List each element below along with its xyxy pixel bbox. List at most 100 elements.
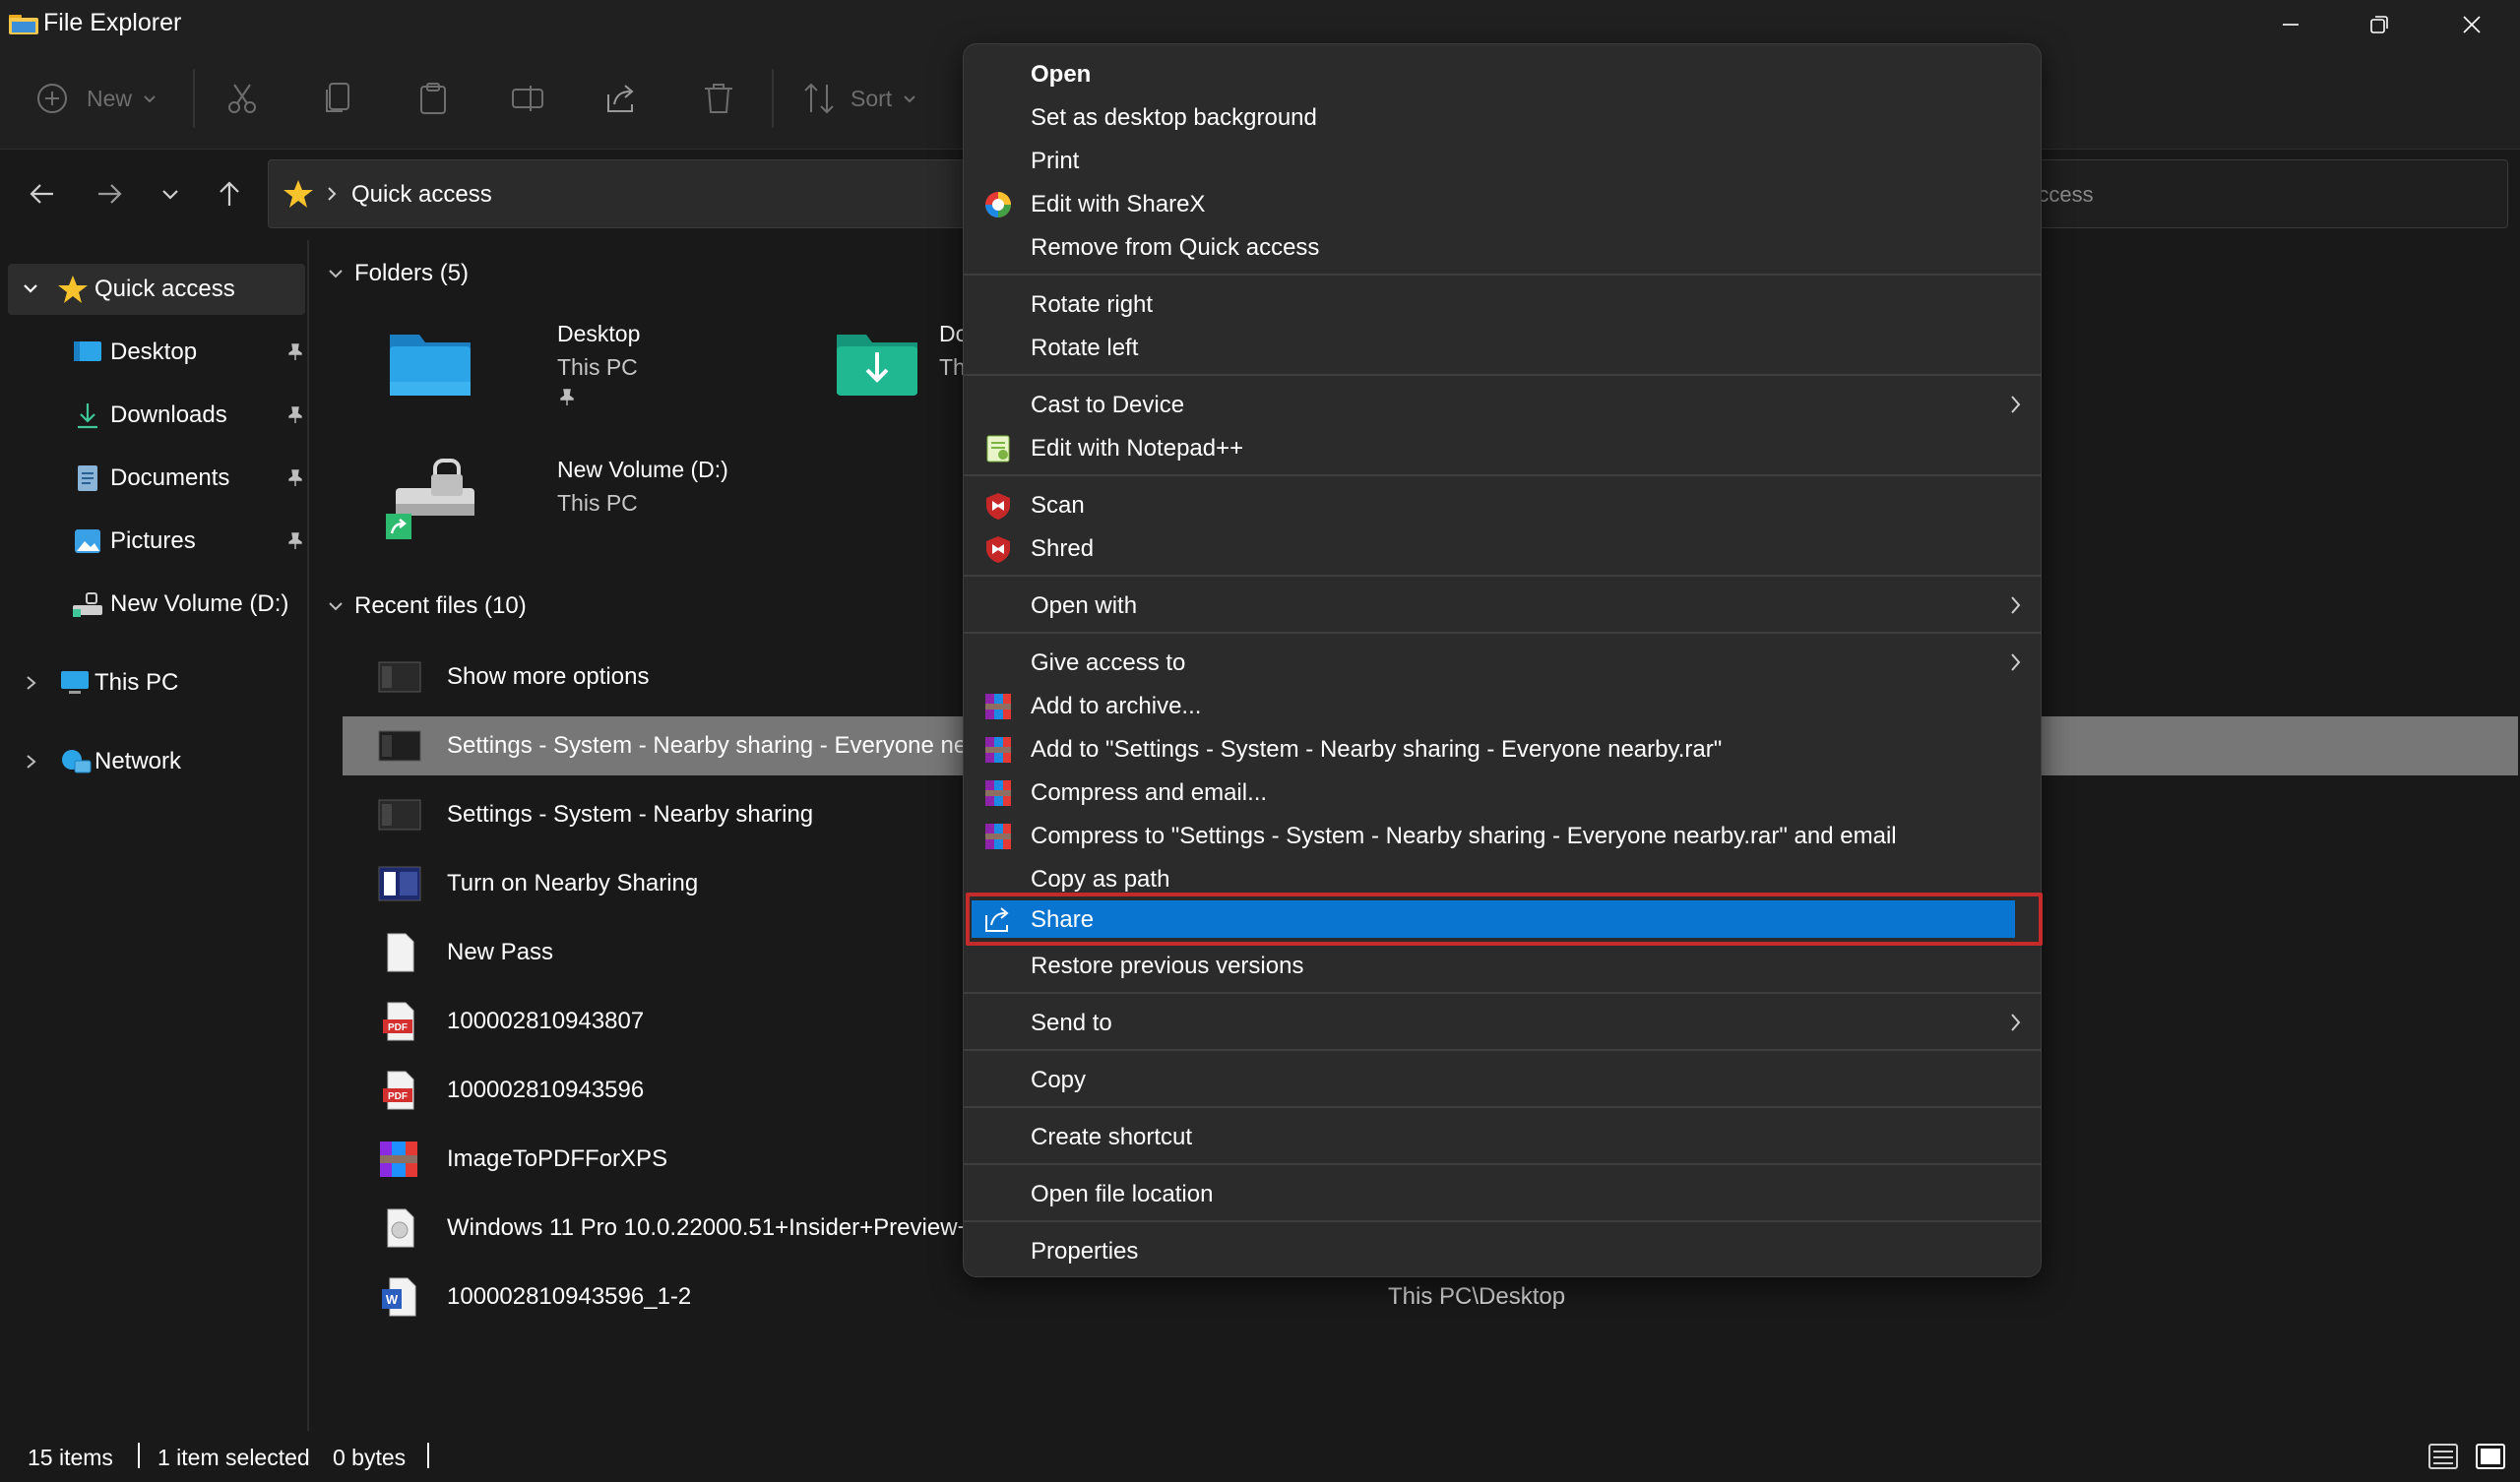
- menu-item-cast-to-device[interactable]: Cast to Device: [964, 383, 2041, 426]
- menu-item-open-with[interactable]: Open with: [964, 584, 2041, 627]
- menu-item-properties[interactable]: Properties: [964, 1229, 2041, 1272]
- folder-name: New Volume (D:): [557, 457, 728, 482]
- delete-button[interactable]: [701, 71, 744, 126]
- menu-item-copy[interactable]: Copy: [964, 1058, 2041, 1101]
- word-document-icon: W: [382, 1277, 416, 1317]
- sidebar-item-quick-access[interactable]: Quick access: [8, 264, 305, 315]
- forward-button[interactable]: [85, 169, 134, 218]
- breadcrumb-location[interactable]: Quick access: [351, 181, 492, 209]
- menu-item-compress-to-rar-and-email[interactable]: Compress to "Settings - System - Nearby …: [964, 814, 2041, 857]
- pin-icon: [560, 389, 574, 405]
- copy-button[interactable]: [321, 71, 364, 126]
- tiles-view-icon[interactable]: [2475, 1441, 2506, 1472]
- share-button[interactable]: [604, 71, 648, 126]
- sidebar-item-network[interactable]: Network: [8, 736, 305, 787]
- sidebar-item-this-pc[interactable]: This PC: [8, 657, 305, 709]
- new-button[interactable]: New: [35, 71, 169, 126]
- file-name: 100002810943596: [447, 1077, 645, 1103]
- up-button[interactable]: [205, 169, 254, 218]
- file-name: Show more options: [447, 663, 650, 690]
- chevron-right-icon: [2011, 596, 2021, 614]
- menu-item-give-access-to[interactable]: Give access to: [964, 641, 2041, 684]
- paste-button[interactable]: [415, 71, 459, 126]
- chevron-down-icon: [329, 270, 343, 278]
- minimize-button[interactable]: [2246, 0, 2335, 49]
- menu-item-edit-with-notepad[interactable]: Edit with Notepad++: [964, 426, 2041, 469]
- close-icon: [2463, 16, 2481, 33]
- menu-item-restore-previous-versions[interactable]: Restore previous versions: [964, 944, 2041, 987]
- chevron-down-icon: [904, 95, 915, 103]
- pdf-icon: PDF: [383, 1071, 414, 1110]
- search-box[interactable]: k access: [1969, 159, 2508, 228]
- sidebar-item-documents[interactable]: Documents: [8, 453, 305, 504]
- sidebar-item-downloads[interactable]: Downloads: [8, 390, 305, 441]
- file-location: This PC\Desktop: [1388, 1283, 1566, 1310]
- sidebar-item-pictures[interactable]: Pictures: [8, 516, 305, 567]
- recent-locations-button[interactable]: [146, 169, 195, 218]
- svg-text:PDF: PDF: [388, 1091, 408, 1102]
- menu-item-add-to-archive[interactable]: Add to archive...: [964, 684, 2041, 727]
- menu-item-rotate-right[interactable]: Rotate right: [964, 282, 2041, 326]
- folders-header-label: Folders (5): [354, 260, 470, 286]
- archive-icon: [380, 1142, 417, 1177]
- folder-tile-downloads[interactable]: Do Th: [833, 317, 968, 425]
- menu-item-compress-and-email[interactable]: Compress and email...: [964, 771, 2041, 814]
- details-view-icon[interactable]: [2427, 1441, 2459, 1472]
- sort-button[interactable]: Sort: [801, 71, 929, 126]
- sidebar-item-label: Network: [94, 748, 182, 774]
- star-icon: [284, 180, 313, 208]
- menu-item-set-desktop-background[interactable]: Set as desktop background: [964, 95, 2041, 139]
- pictures-icon: [75, 529, 100, 553]
- pc-icon: [61, 671, 89, 694]
- arrow-right-icon: [98, 184, 122, 204]
- share-annotation-outline: [966, 893, 2043, 946]
- document-icon: [78, 465, 97, 491]
- file-name: New Pass: [447, 939, 554, 965]
- trash-icon: [705, 84, 732, 113]
- text-file-icon: [387, 933, 414, 972]
- back-button[interactable]: [18, 169, 67, 218]
- menu-item-print[interactable]: Print: [964, 139, 2041, 182]
- screenshot-thumbnail-icon: [378, 661, 421, 693]
- folder-tile-new-volume[interactable]: New Volume (D:) This PC: [382, 445, 795, 553]
- cut-button[interactable]: [224, 71, 268, 126]
- file-name: ImageToPDFForXPS: [447, 1145, 668, 1172]
- downloads-folder-icon: [837, 335, 917, 396]
- rename-button[interactable]: [510, 71, 553, 126]
- menu-item-edit-with-sharex[interactable]: Edit with ShareX: [964, 182, 2041, 225]
- chevron-down-icon: [144, 95, 156, 103]
- menu-item-open[interactable]: Open: [964, 52, 2041, 95]
- sidebar-item-label: Downloads: [110, 401, 227, 428]
- menu-item-create-shortcut[interactable]: Create shortcut: [964, 1115, 2041, 1158]
- pin-icon: [288, 343, 302, 360]
- chevron-right-icon: [328, 187, 337, 201]
- menu-item-open-file-location[interactable]: Open file location: [964, 1172, 2041, 1215]
- context-menu: Open Set as desktop background Print Edi…: [963, 43, 2043, 1277]
- menu-item-send-to[interactable]: Send to: [964, 1001, 2041, 1044]
- file-name: 100002810943807: [447, 1008, 645, 1034]
- network-icon: [62, 750, 92, 773]
- winrar-icon: [985, 694, 1011, 719]
- new-label: New: [87, 85, 133, 111]
- sort-label: Sort: [850, 85, 893, 111]
- arrow-left-icon: [30, 184, 53, 204]
- title-bar: File Explorer: [0, 0, 2520, 49]
- menu-item-scan[interactable]: Scan: [964, 483, 2041, 526]
- menu-separator: [964, 632, 2041, 634]
- menu-item-remove-from-quick-access[interactable]: Remove from Quick access: [964, 225, 2041, 269]
- folder-tile-desktop[interactable]: Desktop This PC: [382, 317, 795, 425]
- chevron-down-icon: [162, 190, 178, 200]
- menu-item-add-to-rar[interactable]: Add to "Settings - System - Nearby shari…: [964, 727, 2041, 771]
- menu-separator: [964, 1106, 2041, 1108]
- selection-count: 1 item selected: [158, 1445, 310, 1470]
- close-button[interactable]: [2427, 0, 2516, 49]
- menu-item-shred[interactable]: Shred: [964, 526, 2041, 570]
- sort-icon: [804, 83, 834, 114]
- chevron-right-icon: [2011, 396, 2021, 413]
- menu-separator: [964, 474, 2041, 476]
- restore-button[interactable]: [2335, 0, 2424, 49]
- sidebar-item-desktop[interactable]: Desktop: [8, 327, 305, 378]
- sidebar-item-new-volume[interactable]: New Volume (D:): [8, 579, 305, 630]
- winrar-icon: [985, 737, 1011, 763]
- menu-item-rotate-left[interactable]: Rotate left: [964, 326, 2041, 369]
